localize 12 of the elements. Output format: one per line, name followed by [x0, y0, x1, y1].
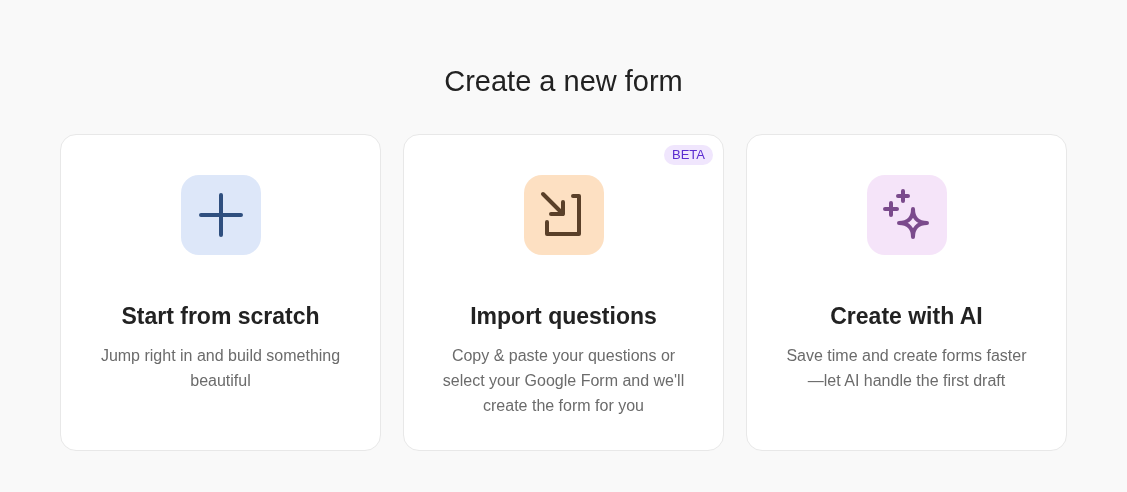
card-title: Create with AI: [830, 302, 983, 331]
card-title: Start from scratch: [121, 302, 320, 331]
option-card[interactable]: Create with AI Save time and create forms faster —let AI handle the first draft: [746, 134, 1067, 451]
option-card[interactable]: BETA Import questions Copy & paste your questions or select your Google Form and we'll create the form for you: [403, 134, 724, 451]
beta-badge: BETA: [664, 145, 713, 165]
card-description: Save time and create forms faster —let AI handle the first draft: [785, 346, 1028, 391]
card-description: Jump right in and build something beautiful: [99, 346, 342, 391]
card-title: Import questions: [470, 302, 657, 331]
option-card[interactable]: Start from scratch Jump right in and build something beautiful: [60, 134, 381, 451]
card-description: Copy & paste your questions or select your Google Form and we'll create the form for you: [441, 346, 686, 416]
plus-icon: [197, 192, 244, 238]
page-title: Create a new form: [444, 64, 683, 99]
